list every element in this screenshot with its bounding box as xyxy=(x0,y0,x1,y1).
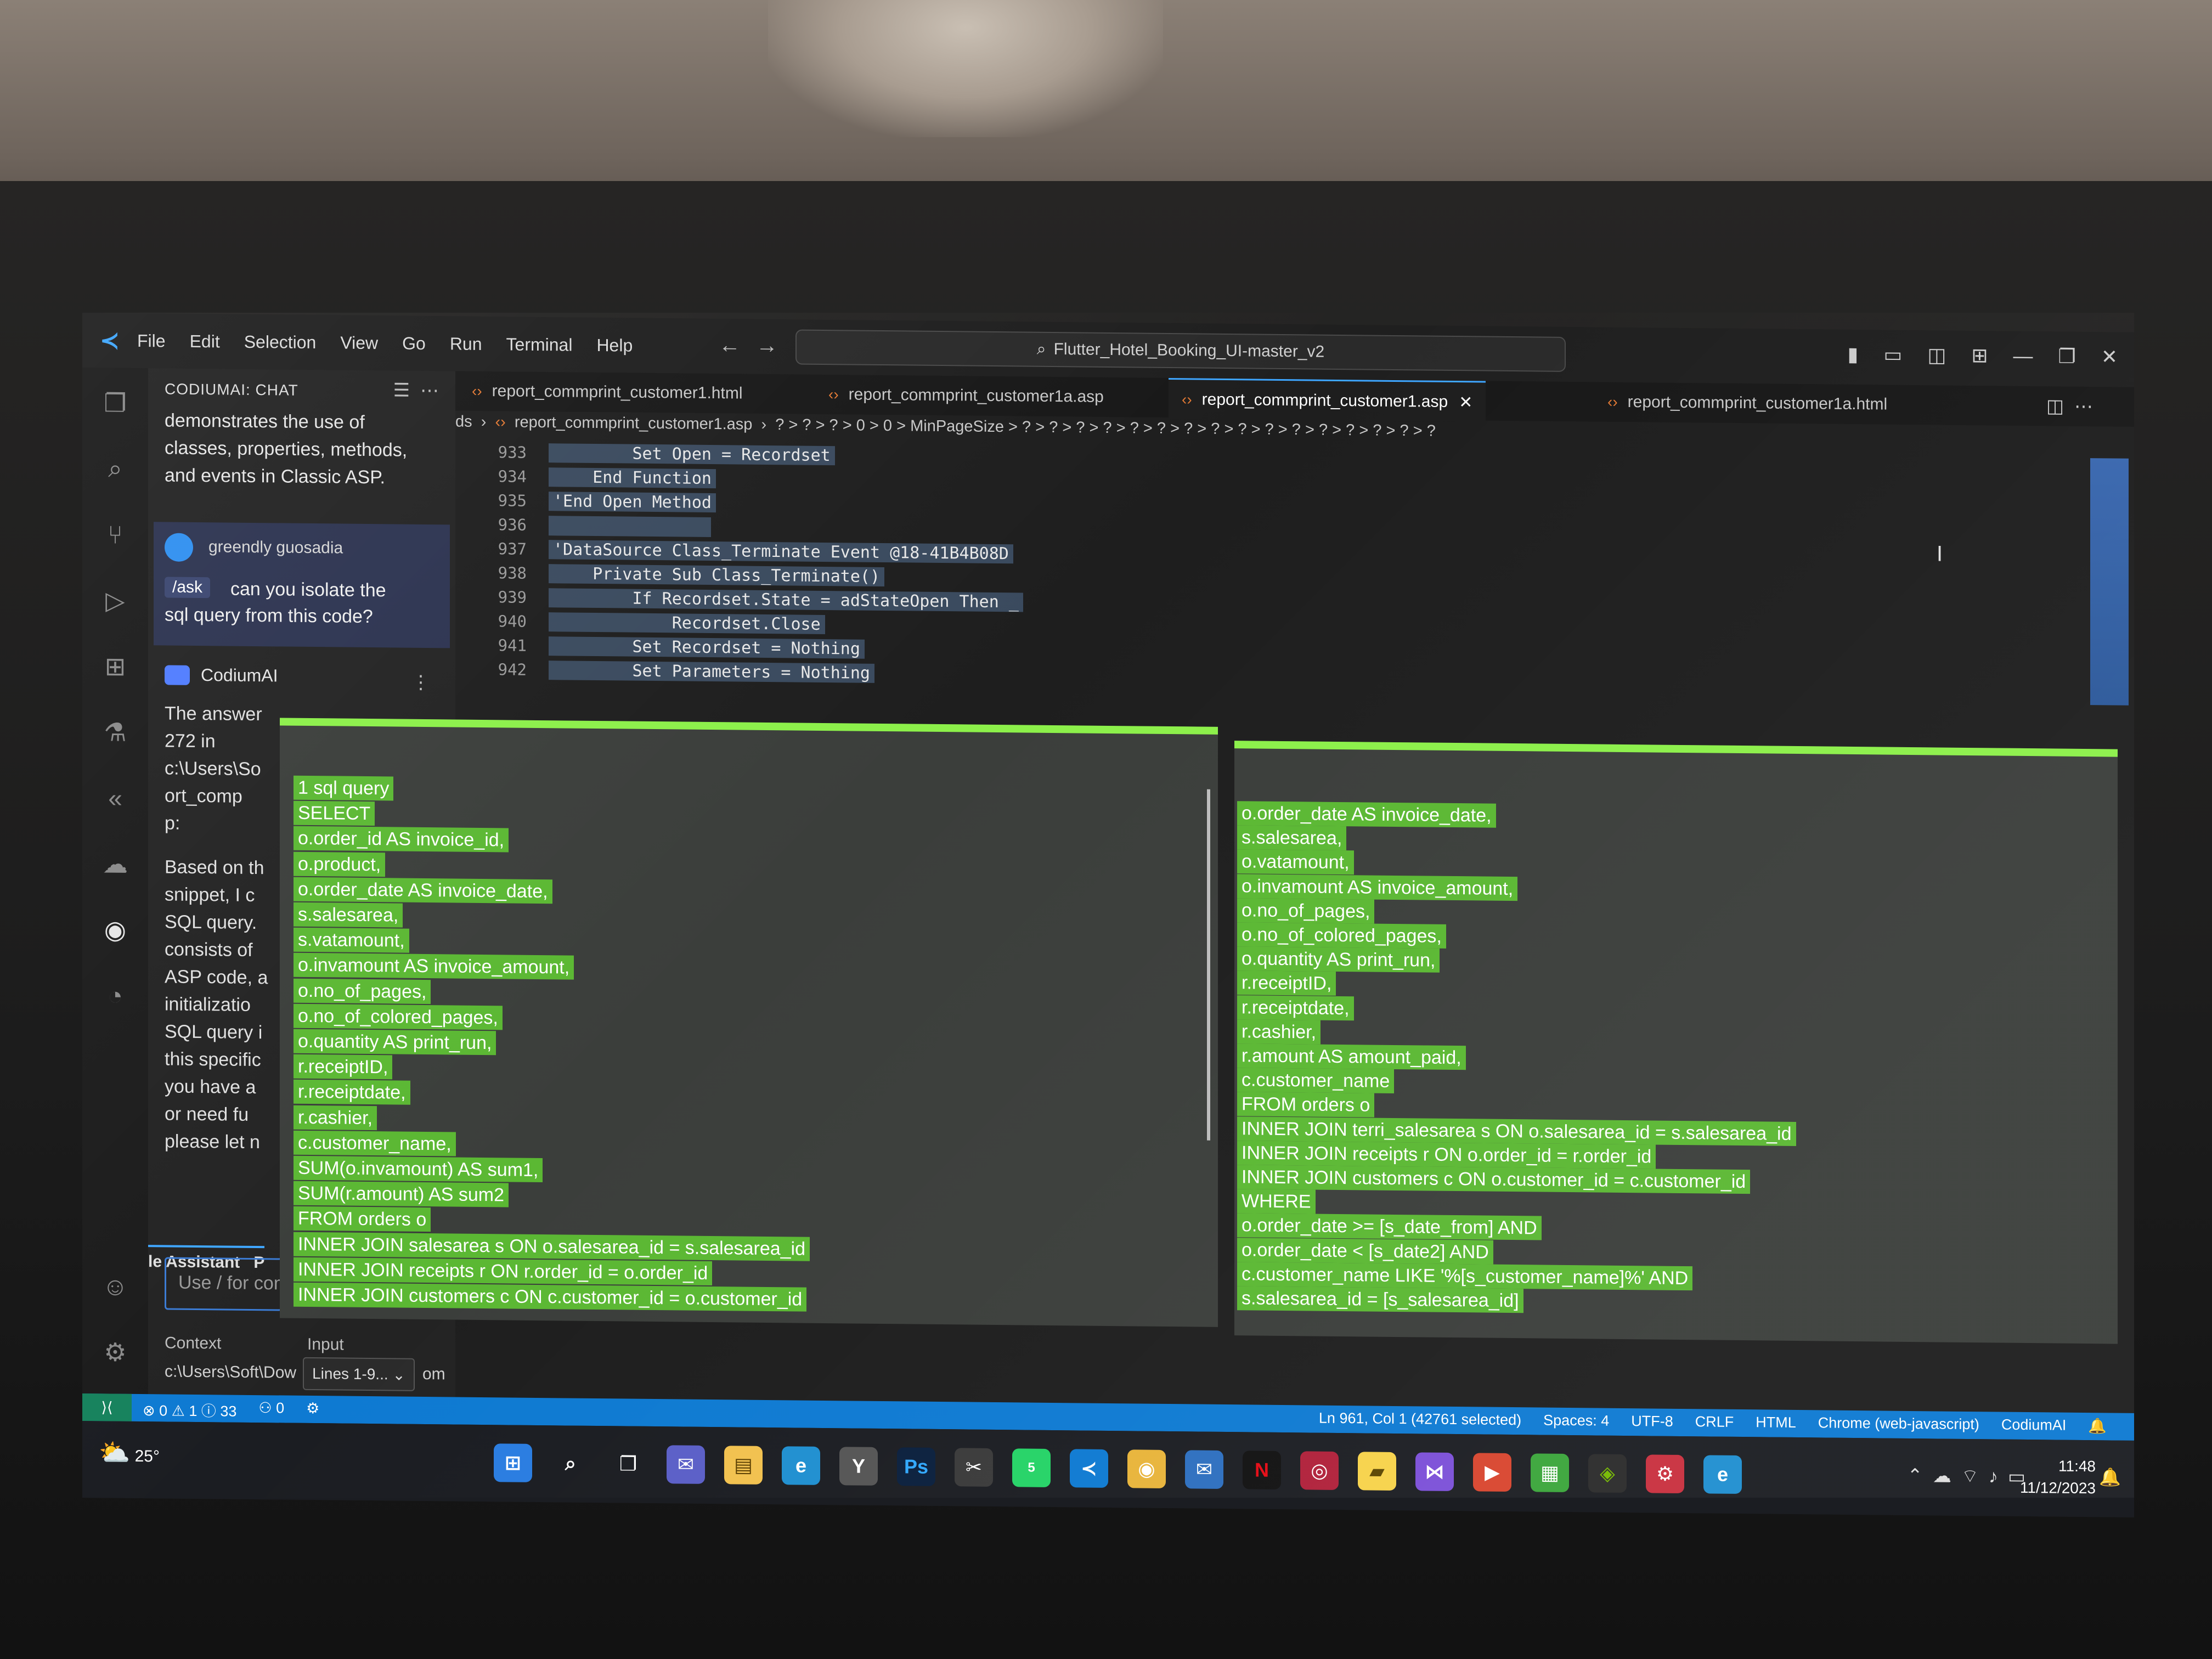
camera-app-icon[interactable]: ◎ xyxy=(1300,1451,1339,1490)
clock[interactable]: 11:48 11/12/2023 xyxy=(2020,1455,2096,1499)
encoding[interactable]: UTF-8 xyxy=(1631,1413,1673,1431)
notification-icon[interactable]: 🔔 xyxy=(2099,1466,2121,1487)
nvidia-icon[interactable]: ◈ xyxy=(1588,1454,1627,1493)
ports-count: 0 xyxy=(276,1400,285,1417)
system-tray[interactable]: ⌃☁⌔♪▭ xyxy=(1907,1464,2035,1488)
remote-indicator-icon[interactable]: ⟩⟨ xyxy=(82,1393,132,1421)
task-view-icon[interactable]: ❐ xyxy=(609,1444,647,1483)
temperature: 25° xyxy=(134,1447,160,1466)
settings-app-icon[interactable]: ⚙ xyxy=(1646,1454,1684,1494)
debug-target[interactable]: Chrome (web-javascript) xyxy=(1818,1414,1979,1434)
sticky-notes-icon[interactable]: ▰ xyxy=(1358,1452,1396,1491)
status-right: Ln 961, Col 1 (42761 selected) Spaces: 4… xyxy=(1319,1410,2107,1435)
edge-browser-icon[interactable]: e xyxy=(782,1446,820,1485)
status-left: ⊗ 0 ⚠ 1 ⓘ 33 ⚇ 0 ⚙ xyxy=(143,1398,319,1421)
whatsapp-icon[interactable]: 5 xyxy=(1012,1448,1051,1487)
ports-indicator[interactable]: ⚇ 0 xyxy=(258,1400,284,1421)
bell-icon[interactable]: 🔔 xyxy=(2088,1417,2107,1435)
codiumai-status[interactable]: CodiumAI xyxy=(2001,1417,2067,1435)
spreadsheet-app-icon[interactable]: ▦ xyxy=(1531,1453,1569,1493)
cloud-sun-icon: ⛅ xyxy=(99,1438,131,1467)
problems-indicator[interactable]: ⊗ 0 ⚠ 1 ⓘ 33 xyxy=(143,1398,236,1421)
photoshop-icon[interactable]: Ps xyxy=(897,1447,935,1486)
windows-start-icon[interactable]: ⊞ xyxy=(494,1443,532,1482)
chat-app-icon[interactable]: ✉ xyxy=(667,1445,705,1484)
edge-dev-icon[interactable]: e xyxy=(1703,1455,1742,1494)
weather-widget[interactable]: ⛅ 25° xyxy=(99,1437,160,1468)
visual-studio-icon[interactable]: ⋈ xyxy=(1415,1452,1454,1491)
ports-icon: ⚇ xyxy=(258,1400,272,1417)
cursor-position[interactable]: Ln 961, Col 1 (42761 selected) xyxy=(1319,1410,1521,1430)
app-y-icon[interactable]: Y xyxy=(839,1447,878,1486)
chrome-icon[interactable]: ◉ xyxy=(1127,1449,1166,1488)
file-explorer-icon[interactable]: ▤ xyxy=(724,1446,763,1485)
language-mode[interactable]: HTML xyxy=(1756,1414,1796,1432)
media-app-icon[interactable]: ▶ xyxy=(1473,1453,1511,1492)
date: 11/12/2023 xyxy=(2019,1479,2096,1497)
snipping-tool-icon[interactable]: ✂ xyxy=(955,1448,993,1487)
ceiling-molding xyxy=(768,0,1163,137)
whatsapp-badge: 5 xyxy=(1028,1460,1035,1475)
netflix-icon[interactable]: N xyxy=(1243,1451,1281,1489)
debug-icon[interactable]: ⚙ xyxy=(306,1400,319,1421)
taskbar-search-icon[interactable]: ⌕ xyxy=(551,1444,590,1483)
line-ending[interactable]: CRLF xyxy=(1695,1413,1734,1431)
vscode-taskbar-icon[interactable]: ≺ xyxy=(1070,1449,1108,1488)
indentation[interactable]: Spaces: 4 xyxy=(1543,1412,1609,1430)
time: 11:48 xyxy=(2058,1457,2096,1475)
outlook-icon[interactable]: ✉ xyxy=(1185,1450,1223,1489)
